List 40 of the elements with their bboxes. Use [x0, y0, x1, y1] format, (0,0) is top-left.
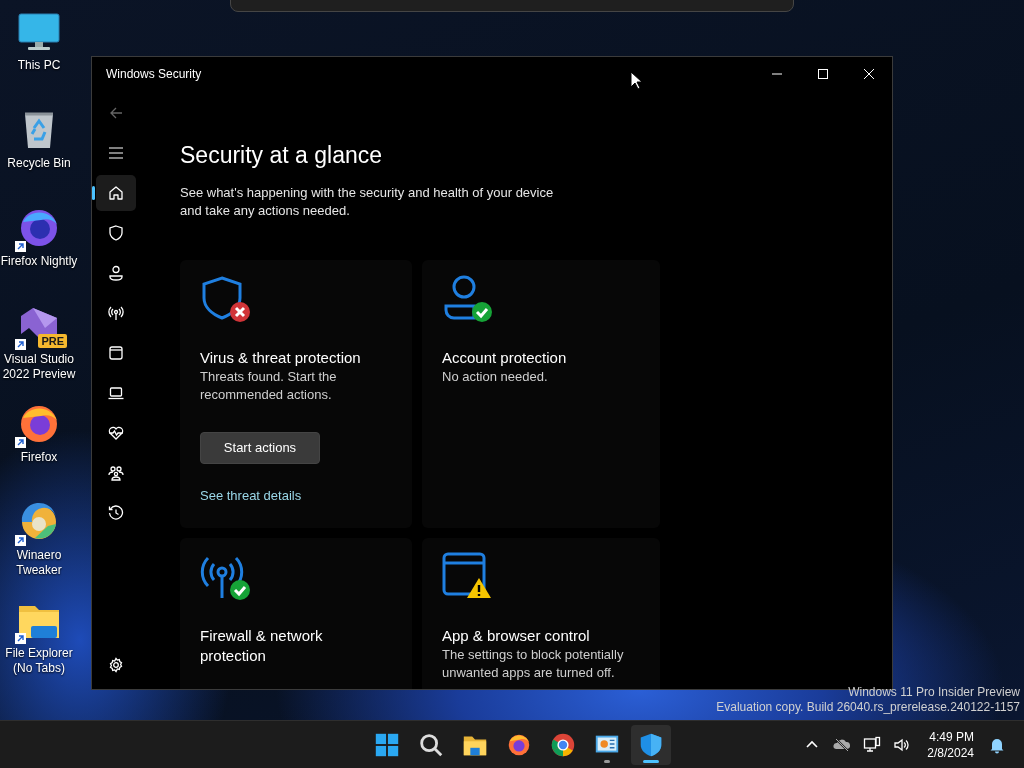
desktop-icon-label[interactable]: Firefox Nightly — [0, 254, 78, 269]
home-icon — [107, 184, 125, 202]
details-link[interactable]: See threat details — [200, 486, 302, 506]
back-arrow-icon — [109, 106, 123, 120]
person-icon — [107, 264, 125, 282]
desktop-icon-label[interactable]: This PC — [0, 58, 78, 73]
card-title: App & browser control — [442, 626, 590, 646]
desktop-icon-label[interactable]: Firefox — [0, 450, 78, 465]
heart-pulse-icon — [107, 424, 125, 442]
laptop-icon — [107, 384, 125, 402]
watermark-text: Windows 11 Pro Insider Preview — [847, 685, 1020, 700]
desktop-icon-label[interactable]: Visual Studio 2022 Preview — [0, 352, 78, 382]
card-description: Threats found. Start the recommended actions. — [200, 368, 338, 404]
antenna-icon — [107, 304, 125, 322]
page-description: See what's happening with the security and health of your device and take any actions needed. — [180, 184, 555, 220]
pre-badge: PRE — [38, 334, 67, 348]
page-heading: Security at a glance — [180, 141, 383, 170]
taskbar-app[interactable] — [631, 724, 671, 765]
start-actions-button[interactable]: Start actions — [200, 432, 320, 464]
watermark-text: Evaluation copy. Build 26040.rs_prerelease.240122-1157 — [716, 700, 1020, 715]
clock[interactable]: 4:49 PM 2/8/2024 — [917, 728, 982, 761]
card-description: No action needed. — [442, 368, 548, 386]
cursor-icon — [630, 71, 642, 90]
desktop-icon-label[interactable]: File Explorer (No Tabs) — [0, 646, 78, 676]
card-description: The settings to block potentially unwanted apps are turned off. — [442, 646, 625, 682]
desktop-icon-label[interactable]: Recycle Bin — [0, 156, 78, 171]
card-title: Virus & threat protection — [200, 348, 361, 368]
network-icon — [863, 735, 882, 754]
family-icon — [107, 464, 125, 482]
shield-icon — [107, 224, 125, 242]
card-title: Account protection — [442, 348, 567, 368]
maximize-icon — [818, 69, 828, 79]
settings-icon — [108, 657, 124, 673]
window-title: Windows Security — [106, 66, 202, 83]
close-icon — [864, 69, 874, 79]
card-title: Firewall & network protection — [200, 626, 324, 666]
menu-icon — [108, 146, 124, 160]
history-icon — [107, 504, 125, 522]
desktop-icon-label[interactable]: Winaero Tweaker — [0, 548, 78, 578]
browser-icon — [107, 344, 125, 362]
